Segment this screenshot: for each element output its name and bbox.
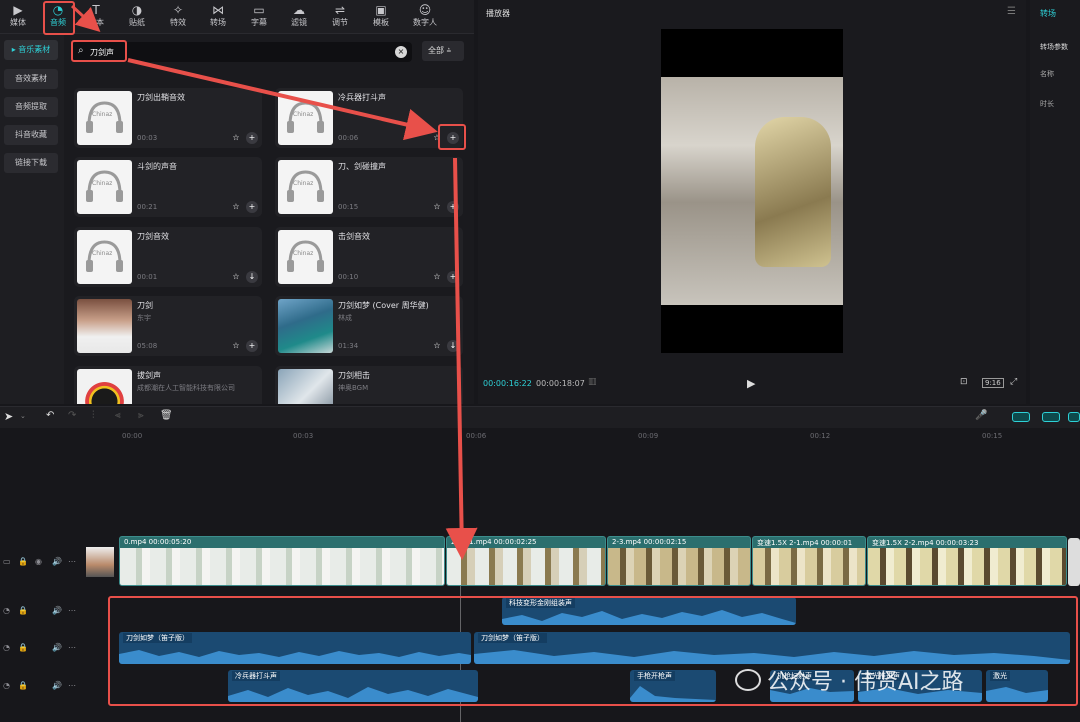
annotation-arrow bbox=[445, 157, 478, 560]
annotation-arrows bbox=[70, 4, 478, 560]
annotation-arrow bbox=[127, 58, 438, 141]
wechat-icon bbox=[735, 669, 761, 691]
annotation-arrow bbox=[70, 4, 101, 33]
watermark: 公众号 · 伟贤AI之路 bbox=[735, 664, 1075, 695]
